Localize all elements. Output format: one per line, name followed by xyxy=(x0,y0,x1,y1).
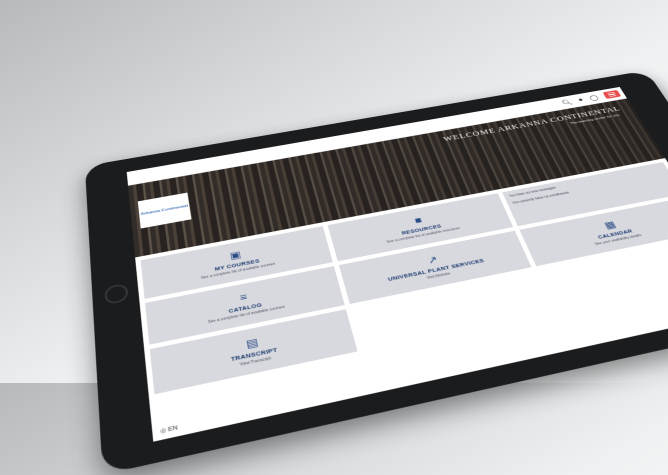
calendar-icon: ▦ xyxy=(600,218,620,231)
language-selector[interactable]: ◎ EN xyxy=(160,424,178,435)
tablet-home-button xyxy=(104,283,128,305)
transcript-icon: ▤ xyxy=(242,335,262,351)
app-screen: 🔍︎ ● ◯ Arkanna Continental WELCOME ARKAN… xyxy=(127,87,668,442)
tablet-frame: 🔍︎ ● ◯ Arkanna Continental WELCOME ARKAN… xyxy=(85,70,668,474)
company-logo[interactable]: Arkanna Continental xyxy=(138,193,192,229)
external-link-icon: ↗ xyxy=(423,253,443,266)
globe-icon: ◎ xyxy=(160,427,167,434)
search-icon[interactable]: 🔍︎ xyxy=(561,98,574,106)
language-label: EN xyxy=(168,425,178,433)
user-icon[interactable]: ◯ xyxy=(588,94,600,101)
book-icon: ■ xyxy=(409,214,428,227)
catalog-icon: ≡ xyxy=(234,290,253,304)
logo-text: Arkanna Continental xyxy=(140,204,188,216)
cart-icon[interactable]: ● xyxy=(577,97,585,103)
monitor-icon: ▣ xyxy=(226,248,245,261)
menu-icon[interactable] xyxy=(603,90,622,99)
